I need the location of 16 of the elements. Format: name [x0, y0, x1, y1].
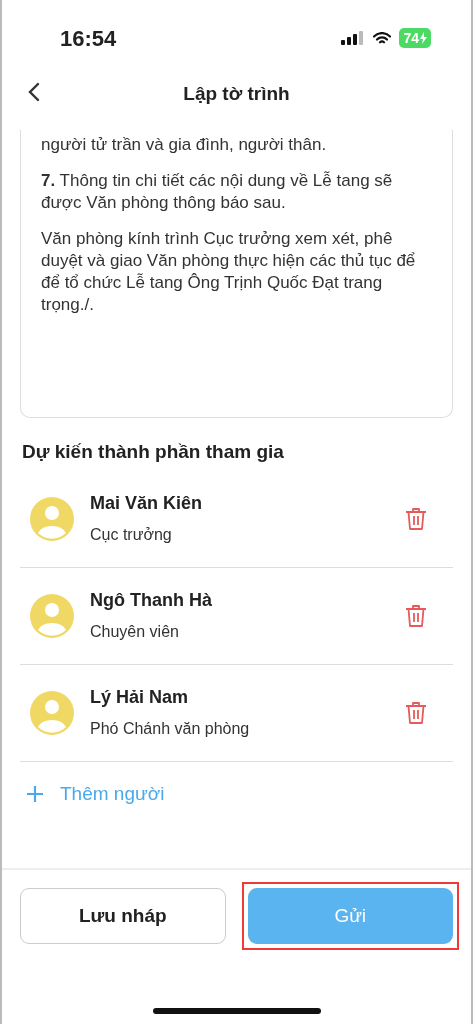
person-name: Lý Hải Nam	[90, 686, 190, 709]
send-button[interactable]: Gửi	[247, 888, 453, 944]
person-name: Ngô Thanh Hà	[90, 589, 213, 612]
save-draft-button[interactable]: Lưu nháp	[20, 888, 226, 944]
battery-indicator: 74	[399, 28, 431, 48]
document-paragraph: người tử trần và gia đình, người thân.	[41, 134, 328, 156]
document-paragraph: 7. Thông tin chi tiết các nội dung về Lễ tang sẽ được Văn phòng thông báo sau.	[41, 170, 394, 214]
page-title: Lập tờ trình	[183, 81, 290, 106]
section-title: Dự kiến thành phần tham gia	[22, 440, 285, 464]
person-name: Mai Văn Kiên	[90, 492, 204, 515]
add-person-button[interactable]: Thêm người	[26, 779, 447, 808]
person-role: Phó Chánh văn phòng	[90, 719, 251, 739]
status-time: 16:54	[60, 24, 117, 53]
person-role: Chuyên viên	[90, 622, 180, 642]
document-paragraph: Văn phòng kính trình Cục trưởng xem xét, phê duyệt và giao Văn phòng thực hiện các thủ tục để để tổ chức Lễ tang Ông Trịnh Quốc Đạt trang trọng./.	[41, 228, 417, 316]
person-role: Cục trưởng	[90, 525, 173, 545]
